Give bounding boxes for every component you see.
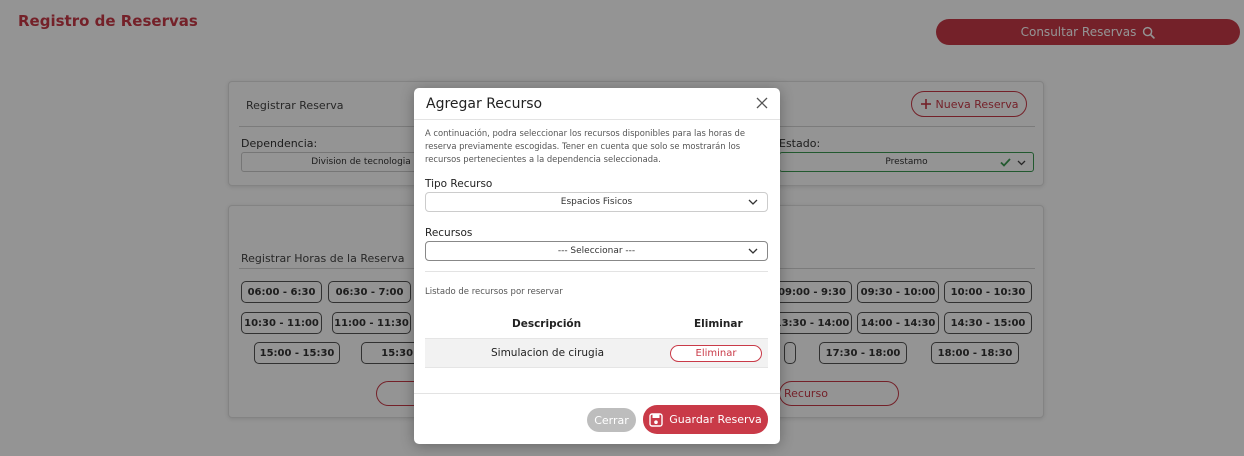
modal-footer-divider (414, 393, 780, 394)
close-icon[interactable] (754, 94, 770, 112)
add-resource-modal: Agregar Recurso A continuación, podra se… (414, 88, 780, 444)
tipo-recurso-value: Espacios Fisicos (560, 197, 633, 207)
tipo-recurso-select[interactable]: Espacios Fisicos (425, 192, 768, 212)
delete-resource-button[interactable]: Eliminar (670, 345, 762, 362)
table-row: Simulacion de cirugia Eliminar (425, 338, 768, 368)
modal-divider (414, 119, 780, 120)
recursos-select[interactable]: --- Seleccionar --- (425, 241, 768, 261)
resource-description: Simulacion de cirugia (491, 347, 605, 359)
save-reservation-button[interactable]: Guardar Reserva (643, 405, 768, 434)
resource-list-title: Listado de recursos por reservar (425, 287, 563, 297)
chevron-down-icon (748, 248, 758, 254)
column-header-description: Descripción (512, 318, 582, 330)
divider (425, 271, 768, 272)
modal-description: A continuación, podra seleccionar los re… (425, 128, 745, 164)
tipo-recurso-label: Tipo Recurso (425, 178, 493, 190)
close-button[interactable]: Cerrar (587, 408, 636, 432)
chevron-down-icon (748, 199, 758, 205)
column-header-delete: Eliminar (694, 318, 743, 330)
recursos-label: Recursos (425, 227, 473, 239)
modal-title: Agregar Recurso (426, 96, 543, 112)
save-reservation-label: Guardar Reserva (669, 413, 762, 426)
save-icon (649, 412, 663, 427)
recursos-value: --- Seleccionar --- (557, 246, 636, 256)
